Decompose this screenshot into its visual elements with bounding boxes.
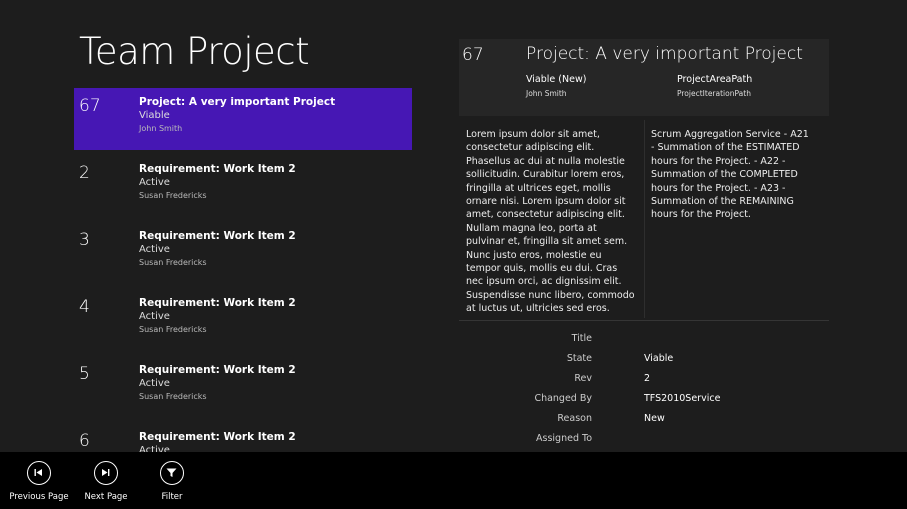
detail-area-path: ProjectAreaPath: [677, 74, 753, 85]
app-bar: Previous Page Next Page Filter: [0, 452, 907, 509]
field-value: TFS2010Service: [644, 393, 721, 404]
field-row-reason: Reason New: [459, 413, 829, 433]
work-item-id: 4: [79, 297, 90, 317]
detail-assigned: John Smith: [526, 89, 567, 98]
work-item-person: Susan Fredericks: [139, 191, 207, 200]
description-text: Lorem ipsum dolor sit amet, consectetur …: [466, 129, 635, 315]
field-value: 2: [644, 373, 651, 384]
next-page-label: Next Page: [84, 492, 128, 502]
page-title: Team Project: [79, 30, 310, 73]
field-value: Viable: [644, 353, 674, 364]
list-item[interactable]: 67 Project: A very important Project Via…: [74, 88, 412, 150]
work-item-title: Requirement: Work Item 2: [139, 431, 296, 443]
field-list: Title State Viable Rev 2 Changed By TFS2…: [459, 333, 829, 453]
work-item-person: Susan Fredericks: [139, 258, 207, 267]
detail-iteration-path: ProjectIterationPath: [677, 89, 751, 98]
filter-button[interactable]: Filter: [137, 461, 207, 502]
work-item-state: Active: [139, 177, 170, 188]
field-row-title: Title: [459, 333, 829, 353]
work-item-title: Requirement: Work Item 2: [139, 163, 296, 175]
detail-id: 67: [462, 45, 484, 65]
work-item-state: Active: [139, 311, 170, 322]
aggregation-text: Scrum Aggregation Service - A21 - Summat…: [651, 129, 809, 221]
work-item-id: 2: [79, 163, 90, 183]
field-value: New: [644, 413, 665, 424]
next-page-button[interactable]: Next Page: [71, 461, 141, 502]
field-row-state: State Viable: [459, 353, 829, 373]
filter-label: Filter: [161, 492, 183, 502]
field-label: Reason: [557, 413, 592, 424]
detail-header: 67 Project: A very important Project Via…: [459, 39, 829, 116]
work-item-state: Active: [139, 244, 170, 255]
work-item-title: Requirement: Work Item 2: [139, 230, 296, 242]
work-item-id: 67: [79, 96, 101, 116]
field-label: State: [566, 353, 592, 364]
list-item[interactable]: 3 Requirement: Work Item 2 Active Susan …: [74, 222, 412, 284]
work-item-state: Active: [139, 445, 170, 452]
column-divider: [644, 120, 645, 318]
work-item-list[interactable]: 67 Project: A very important Project Via…: [74, 88, 412, 452]
work-item-person: Susan Fredericks: [139, 325, 207, 334]
work-item-id: 3: [79, 230, 90, 250]
field-label: Assigned To: [536, 433, 592, 444]
work-item-id: 5: [79, 364, 90, 384]
field-label: Rev: [574, 373, 592, 384]
skip-forward-icon: [94, 461, 118, 485]
work-item-state: Viable: [139, 110, 170, 121]
work-item-state: Active: [139, 378, 170, 389]
list-item[interactable]: 2 Requirement: Work Item 2 Active Susan …: [74, 155, 412, 217]
work-item-title: Requirement: Work Item 2: [139, 364, 296, 376]
field-row-assigned-to: Assigned To: [459, 433, 829, 453]
section-divider: [459, 320, 829, 321]
detail-title: Project: A very important Project: [526, 44, 803, 64]
field-label: Title: [571, 333, 592, 344]
detail-state: Viable (New): [526, 74, 587, 85]
list-item[interactable]: 5 Requirement: Work Item 2 Active Susan …: [74, 356, 412, 418]
filter-icon: [160, 461, 184, 485]
skip-back-icon: [27, 461, 51, 485]
previous-page-label: Previous Page: [9, 492, 69, 502]
work-item-person: John Smith: [139, 124, 183, 133]
field-row-changed-by: Changed By TFS2010Service: [459, 393, 829, 413]
field-row-rev: Rev 2: [459, 373, 829, 393]
work-item-person: Susan Fredericks: [139, 392, 207, 401]
work-item-title: Project: A very important Project: [139, 96, 336, 108]
work-item-id: 6: [79, 431, 90, 451]
list-item[interactable]: 6 Requirement: Work Item 2 Active: [74, 423, 412, 452]
field-label: Changed By: [534, 393, 592, 404]
work-item-title: Requirement: Work Item 2: [139, 297, 296, 309]
previous-page-button[interactable]: Previous Page: [4, 461, 74, 502]
list-item[interactable]: 4 Requirement: Work Item 2 Active Susan …: [74, 289, 412, 351]
